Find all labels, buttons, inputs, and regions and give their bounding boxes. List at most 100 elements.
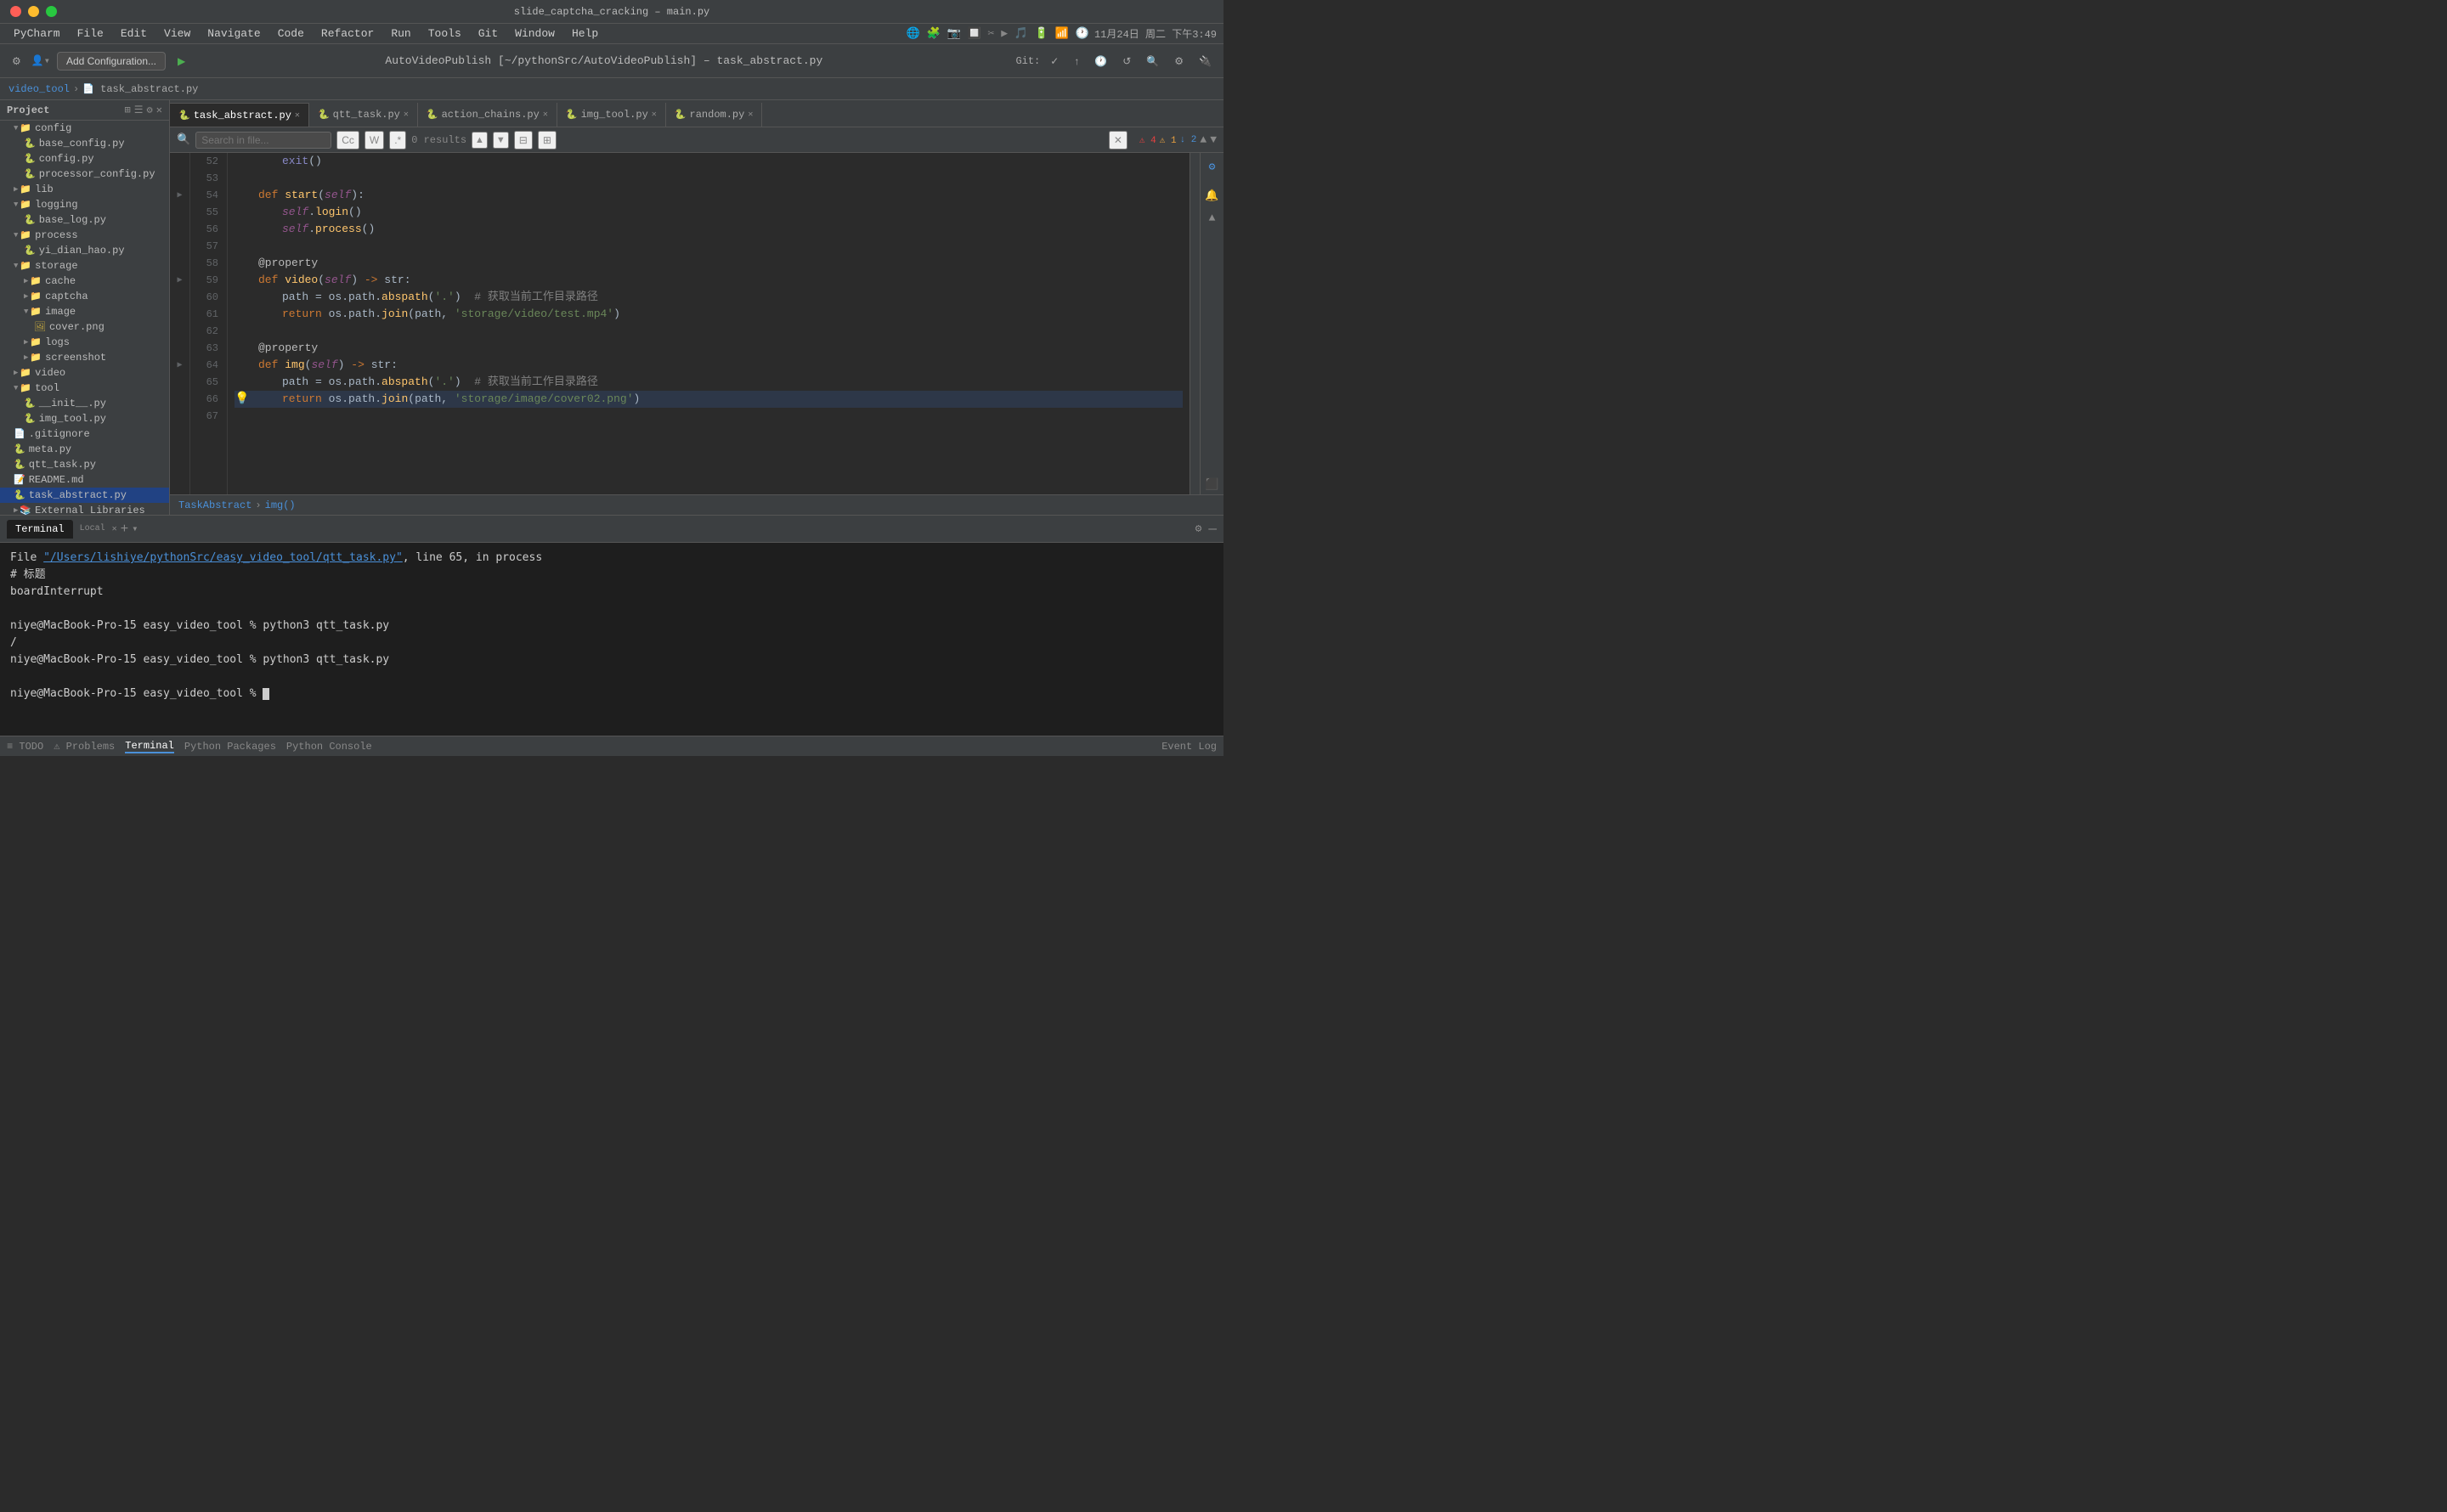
sidebar-item-process[interactable]: ▼ 📁 process [0,228,169,243]
tab-close-1[interactable]: ✕ [295,110,300,121]
sidebar-item-logging[interactable]: ▼ 📁 logging [0,197,169,212]
plugins-button[interactable]: 🔌 [1194,52,1217,71]
bottom-item-console[interactable]: Python Console [286,741,372,753]
tab-close-2[interactable]: ✕ [404,110,409,120]
search-multiline[interactable]: ⊟ [514,131,533,150]
search-filter[interactable]: ⊞ [538,131,557,150]
sidebar-item-config[interactable]: ▼ 📁 config [0,121,169,136]
right-icon-notifications[interactable]: 🔔 [1202,185,1223,206]
add-configuration-button[interactable]: Add Configuration... [57,52,166,71]
close-button[interactable] [10,6,21,17]
search-everywhere[interactable]: 🔍 [1141,52,1164,71]
search-whole-word[interactable]: W [365,131,384,150]
bottom-item-terminal[interactable]: Terminal [125,740,174,753]
breadcrumb-parent[interactable]: video_tool [8,83,70,95]
terminal-tab-terminal[interactable]: Terminal [7,520,73,539]
terminal-chevron-down[interactable]: ▾ [132,522,138,535]
settings-gear[interactable]: ⚙ [1169,52,1189,71]
sidebar-item-img-tool[interactable]: 🐍 img_tool.py [0,411,169,426]
menu-window[interactable]: Window [508,25,562,42]
fold-line-54[interactable]: ▶ [170,187,189,204]
tab-random[interactable]: 🐍 random.py ✕ [666,103,763,127]
search-next[interactable]: ▼ [493,132,509,149]
sidebar-item-cache[interactable]: ▶ 📁 cache [0,274,169,289]
sidebar-item-gitignore[interactable]: 📄 .gitignore [0,426,169,442]
menu-pycharm[interactable]: PyCharm [7,25,67,42]
breadcrumb-method[interactable]: img() [265,499,296,511]
sidebar-item-cover-png[interactable]: 🖼 cover.png [0,319,169,335]
right-icon-settings[interactable]: ⚙ [1202,156,1223,177]
collapse-warnings[interactable]: ▼ [1210,133,1217,146]
search-close[interactable]: ✕ [1109,131,1127,150]
menu-view[interactable]: View [157,25,197,42]
fold-line-59[interactable]: ▶ [170,272,189,289]
sidebar-item-storage[interactable]: ▼ 📁 storage [0,258,169,274]
expand-warnings[interactable]: ▲ [1200,133,1207,146]
menu-help[interactable]: Help [565,25,605,42]
menu-tools[interactable]: Tools [421,25,468,42]
breadcrumb-class[interactable]: TaskAbstract [178,499,251,511]
terminal-close-button[interactable]: — [1208,522,1217,537]
search-prev[interactable]: ▲ [472,132,488,149]
menu-file[interactable]: File [71,25,110,42]
tab-close-5[interactable]: ✕ [748,110,753,120]
sort-icon[interactable]: ☰ [134,104,144,116]
sidebar-item-qtt-task[interactable]: 🐍 qtt_task.py [0,457,169,472]
git-history[interactable]: 🕐 [1089,52,1112,71]
minimize-button[interactable] [28,6,39,17]
menu-navigate[interactable]: Navigate [201,25,267,42]
terminal-file-link[interactable]: "/Users/lishiye/pythonSrc/easy_video_too… [43,551,403,564]
bottom-item-todo[interactable]: ≡ TODO [7,741,43,753]
git-revert[interactable]: ↺ [1117,52,1136,71]
sidebar-item-video[interactable]: ▶ 📁 video [0,365,169,381]
search-input[interactable] [195,132,331,149]
sidebar-item-config-py[interactable]: 🐍 config.py [0,151,169,166]
sidebar-item-readme[interactable]: 📝 README.md [0,472,169,488]
sidebar-item-captcha[interactable]: ▶ 📁 captcha [0,289,169,304]
menu-git[interactable]: Git [472,25,505,42]
bottom-item-event-log[interactable]: Event Log [1161,741,1217,753]
terminal-add-button[interactable]: + [121,522,129,537]
terminal-settings-icon[interactable]: ⚙ [1195,522,1202,535]
menu-refactor[interactable]: Refactor [314,25,381,42]
sidebar-item-external-libs[interactable]: ▶ 📚 External Libraries [0,503,169,515]
bottom-item-problems[interactable]: ⚠ Problems [54,740,115,753]
tab-task-abstract[interactable]: 🐍 task_abstract.py ✕ [170,103,309,127]
close-sidebar[interactable]: ✕ [156,104,162,116]
sidebar-item-base-log[interactable]: 🐍 base_log.py [0,212,169,228]
sidebar-item-image[interactable]: ▼ 📁 image [0,304,169,319]
menu-edit[interactable]: Edit [114,25,154,42]
settings-button[interactable]: ⚙ [7,52,26,71]
settings-sidebar[interactable]: ⚙ [147,104,153,116]
sidebar-item-screenshot[interactable]: ▶ 📁 screenshot [0,350,169,365]
sidebar-item-yi-dian[interactable]: 🐍 yi_dian_hao.py [0,243,169,258]
tab-close-4[interactable]: ✕ [652,110,657,120]
git-push[interactable]: ↑ [1069,52,1084,71]
sidebar-item-processor-config[interactable]: 🐍 processor_config.py [0,166,169,182]
right-icon-chevron-up[interactable]: ▲ [1202,207,1223,228]
sidebar-item-task-abstract[interactable]: 🐍 task_abstract.py [0,488,169,503]
sidebar-item-base-config[interactable]: 🐍 base_config.py [0,136,169,151]
code-lines[interactable]: exit() def start(self): self.login() [228,153,1190,494]
terminal-tab-close[interactable]: ✕ [112,524,117,534]
tab-close-3[interactable]: ✕ [543,110,548,120]
search-match-case[interactable]: Cc [336,131,359,150]
tab-action-chains[interactable]: 🐍 action_chains.py ✕ [418,103,557,127]
scroll-gutter[interactable] [1190,153,1200,494]
git-checkmark[interactable]: ✓ [1045,52,1064,71]
lightbulb-icon[interactable]: 💡 [235,391,249,408]
menu-code[interactable]: Code [271,25,311,42]
run-button[interactable]: ▶ [172,52,190,71]
search-regex[interactable]: .* [389,131,406,150]
tab-qtt-task[interactable]: 🐍 qtt_task.py ✕ [309,103,418,127]
sidebar-item-meta[interactable]: 🐍 meta.py [0,442,169,457]
tab-img-tool[interactable]: 🐍 img_tool.py ✕ [557,103,666,127]
sidebar-item-init[interactable]: 🐍 __init__.py [0,396,169,411]
bottom-item-packages[interactable]: Python Packages [184,741,276,753]
maximize-button[interactable] [46,6,57,17]
right-icon-expand[interactable]: ⬛ [1202,474,1223,494]
menu-run[interactable]: Run [384,25,417,42]
collapse-all[interactable]: ⊞ [125,104,131,116]
fold-line-64[interactable]: ▶ [170,357,189,374]
sidebar-item-logs[interactable]: ▶ 📁 logs [0,335,169,350]
